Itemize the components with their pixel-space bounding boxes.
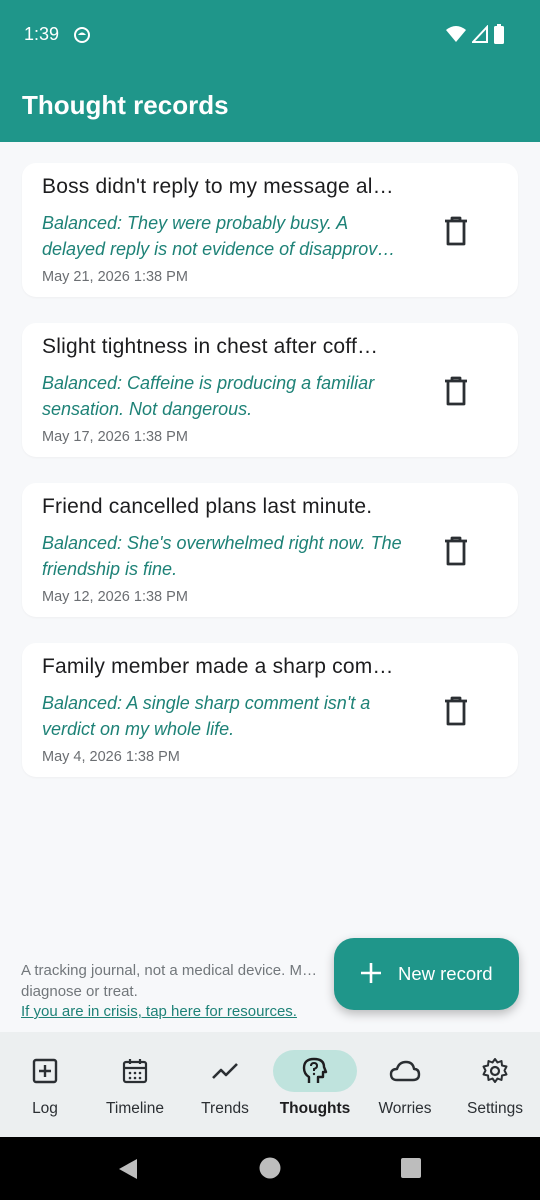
record-date: May 4, 2026 1:38 PM [42,749,180,765]
calendar-icon [122,1059,148,1084]
nav-label: Timeline [106,1100,164,1117]
record-balanced-thought: Balanced: A single sharp comment isn't a… [42,693,371,739]
nav-label: Settings [466,1100,523,1117]
disclaimer-text: A tracking journal, not a medical device… [21,962,317,1000]
add-box-icon [32,1058,58,1084]
record-title: Boss didn't reply to my message al… [42,175,394,198]
nav-label: Worries [378,1100,432,1117]
app-bar: Thought records [0,70,540,142]
record-card[interactable]: Family member made a sharp com… Balanced… [22,643,518,777]
bottom-navigation: Log Timeline Trends Thoughts Worries Set… [0,1032,540,1137]
record-card[interactable]: Friend cancelled plans last minute. Bala… [22,483,518,617]
record-balanced-thought: Balanced: She's overwhelmed right now. T… [42,533,402,579]
nav-label: Trends [201,1100,249,1117]
page-title: Thought records [22,90,229,120]
home-icon[interactable] [259,1157,281,1179]
new-record-label: New record [398,963,493,984]
record-card[interactable]: Slight tightness in chest after coff… Ba… [22,323,518,457]
record-date: May 17, 2026 1:38 PM [42,429,188,445]
nav-item-timeline[interactable]: Timeline [90,1032,180,1137]
record-list: Boss didn't reply to my message al… Bala… [22,163,518,803]
delete-icon[interactable] [442,535,470,567]
plus-icon [361,963,381,983]
back-icon[interactable] [117,1158,139,1180]
record-date: May 12, 2026 1:38 PM [42,589,188,605]
status-time: 1:39 [24,24,60,44]
record-title: Friend cancelled plans last minute. [42,495,373,518]
new-record-button[interactable]: New record [334,938,519,1010]
system-navigation-bar [0,1137,540,1200]
record-card[interactable]: Boss didn't reply to my message al… Bala… [22,163,518,297]
record-date: May 21, 2026 1:38 PM [42,269,188,285]
cloud-icon [389,1060,421,1082]
nav-label: Thoughts [279,1100,351,1117]
status-bar: 1:39 [0,0,540,70]
nav-item-worries[interactable]: Worries [360,1032,450,1137]
record-title: Slight tightness in chest after coff… [42,335,379,358]
trend-line-icon [212,1063,238,1079]
crisis-resources-link[interactable]: If you are in crisis, tap here for resou… [21,1003,297,1020]
record-title: Family member made a sharp com… [42,655,394,678]
delete-icon[interactable] [442,695,470,727]
record-balanced-thought: Balanced: Caffeine is producing a famili… [42,373,375,419]
battery-icon [494,24,504,44]
signal-icon [472,25,488,43]
app-notification-icon [74,27,90,43]
wifi-icon [446,26,466,42]
gear-icon [482,1058,508,1083]
nav-label: Log [32,1100,58,1117]
nav-item-settings[interactable]: Settings [450,1032,540,1137]
delete-icon[interactable] [442,215,470,247]
recents-icon[interactable] [401,1158,421,1178]
nav-item-thoughts[interactable]: Thoughts [270,1032,360,1137]
nav-item-trends[interactable]: Trends [180,1032,270,1137]
nav-item-log[interactable]: Log [0,1032,90,1137]
head-question-icon [302,1057,328,1083]
record-balanced-thought: Balanced: They were probably busy. A del… [42,213,396,259]
delete-icon[interactable] [442,375,470,407]
nav-active-indicator [273,1050,357,1092]
